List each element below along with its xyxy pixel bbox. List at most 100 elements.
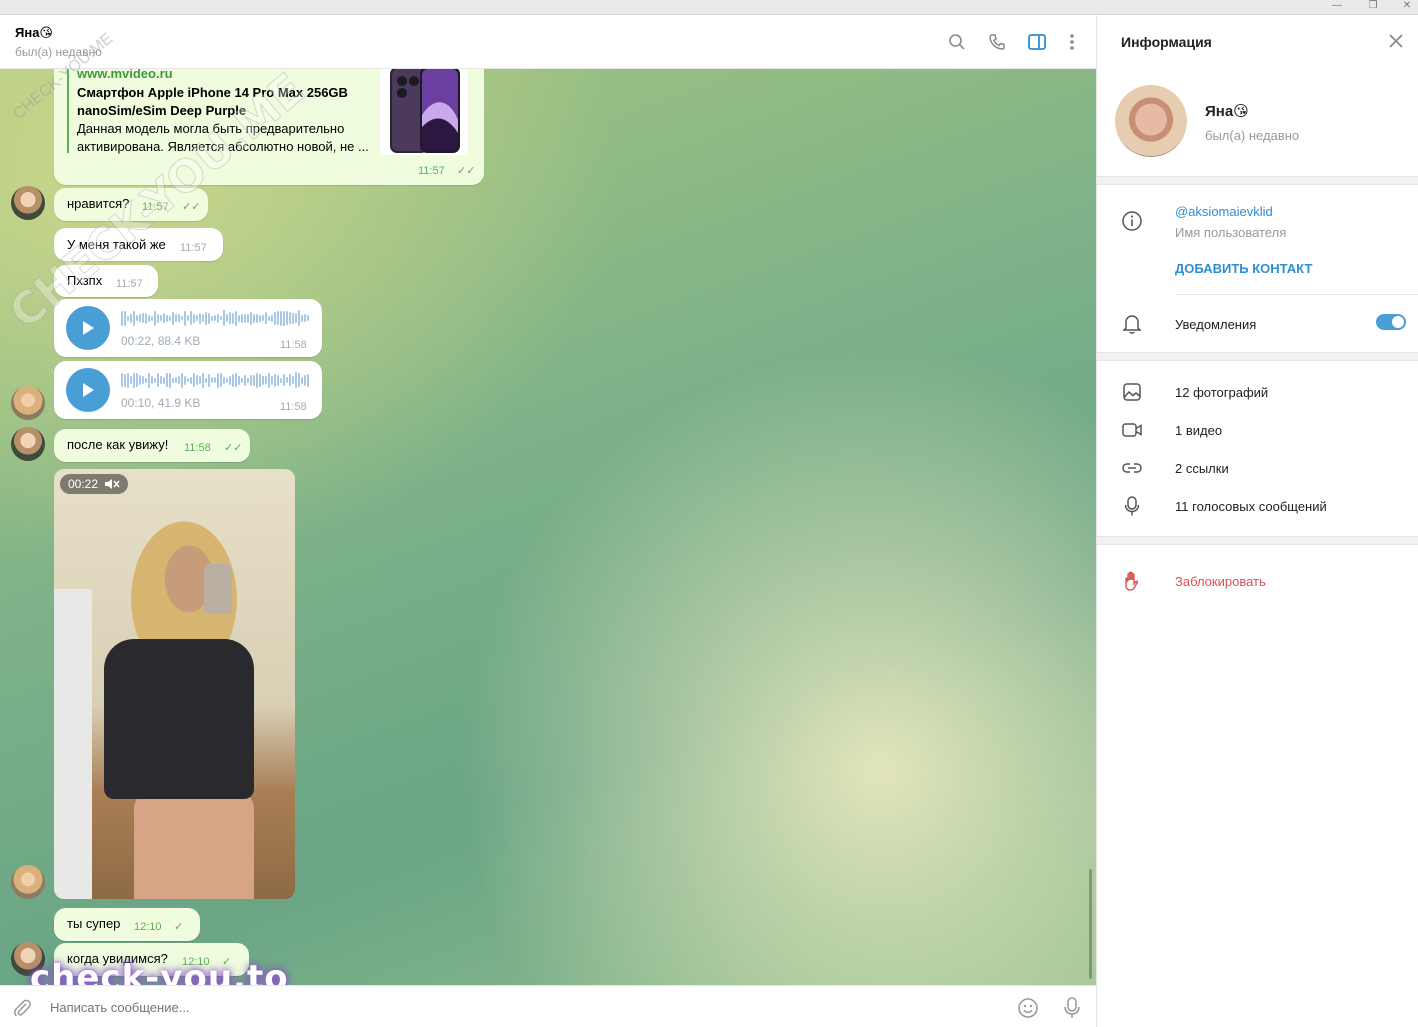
- waveform-bar: [157, 313, 159, 323]
- message-bubble[interactable]: ты супер 12:10 ✓: [54, 908, 200, 941]
- info-icon: [1121, 210, 1143, 232]
- profile-photo[interactable]: [1115, 85, 1187, 157]
- waveform-bar: [229, 375, 231, 385]
- waveform-bar: [238, 375, 240, 385]
- waveform-bar: [199, 376, 201, 384]
- waveform-bar: [220, 373, 222, 387]
- chat-title[interactable]: Яна😘: [15, 25, 53, 41]
- minimize-button[interactable]: —: [1320, 0, 1354, 14]
- chat-scrollbar[interactable]: [1089, 869, 1092, 979]
- voice-meta: 00:22, 88.4 KB: [121, 334, 201, 348]
- link-site[interactable]: www.mvideo.ru: [77, 69, 173, 81]
- waveform-bar: [181, 372, 183, 388]
- waveform-bar: [286, 311, 288, 325]
- voice-waveform[interactable]: [121, 310, 311, 326]
- media-photos[interactable]: 12 фотографий: [1175, 385, 1268, 400]
- waveform-bar: [196, 315, 198, 321]
- chat-area[interactable]: www.mvideo.ru Смартфон Apple iPhone 14 P…: [0, 69, 1096, 985]
- waveform-bar: [190, 376, 192, 384]
- profile-name: Яна😘: [1205, 103, 1249, 120]
- waveform-bar: [208, 373, 210, 387]
- waveform-bar: [211, 315, 213, 321]
- waveform-bar: [289, 312, 291, 324]
- message-bubble[interactable]: У меня такой же 11:57: [54, 228, 223, 261]
- waveform-bar: [130, 376, 132, 384]
- message-time: 11:57: [180, 242, 207, 254]
- waveform-bar: [292, 312, 294, 324]
- message-bubble[interactable]: после как увижу! 11:58 ✓✓: [54, 429, 250, 462]
- block-user-button[interactable]: Заблокировать: [1175, 574, 1266, 589]
- voice-waveform[interactable]: [121, 372, 311, 388]
- add-contact-button[interactable]: ДОБАВИТЬ КОНТАКТ: [1175, 261, 1312, 276]
- waveform-bar: [127, 315, 129, 321]
- row-divider: [1175, 294, 1418, 295]
- waveform-bar: [250, 311, 252, 325]
- play-icon[interactable]: [66, 368, 110, 412]
- voice-message[interactable]: 00:10, 41.9 KB 11:58: [54, 361, 322, 419]
- waveform-bar: [286, 377, 288, 383]
- waveform-bar: [250, 374, 252, 386]
- waveform-bar: [136, 315, 138, 321]
- media-links[interactable]: 2 ссылки: [1175, 461, 1229, 476]
- waveform-bar: [274, 373, 276, 387]
- video-message[interactable]: 00:22: [54, 469, 295, 899]
- username-link[interactable]: @aksiomaievklid: [1175, 204, 1273, 219]
- waveform-bar: [139, 375, 141, 385]
- play-icon[interactable]: [66, 306, 110, 350]
- mic-icon[interactable]: [1062, 996, 1082, 1023]
- waveform-bar: [133, 372, 135, 388]
- waveform-bar: [259, 314, 261, 322]
- avatar[interactable]: [11, 865, 45, 899]
- waveform-bar: [148, 314, 150, 322]
- waveform-bar: [169, 372, 171, 388]
- waveform-bar: [178, 314, 180, 322]
- more-vertical-icon[interactable]: [1061, 31, 1083, 53]
- notifications-toggle[interactable]: [1376, 314, 1406, 330]
- profile-status: был(а) недавно: [1205, 128, 1300, 143]
- waveform-bar: [163, 313, 165, 323]
- waveform-bar: [283, 310, 285, 326]
- video-duration-badge[interactable]: 00:22: [60, 474, 129, 494]
- message-bubble[interactable]: нравится? 11:57 ✓✓: [54, 188, 208, 221]
- phone-icon[interactable]: [986, 31, 1008, 53]
- video-frame-detail: [204, 564, 232, 614]
- link-title: Смартфон Apple iPhone 14 Pro Max 256GB n…: [77, 85, 348, 118]
- mute-icon[interactable]: [104, 478, 120, 490]
- avatar[interactable]: [11, 386, 45, 420]
- search-icon[interactable]: [946, 31, 968, 53]
- waveform-bar: [160, 315, 162, 321]
- voice-message[interactable]: 00:22, 88.4 KB 11:58: [54, 299, 322, 357]
- waveform-bar: [307, 315, 309, 321]
- window-close-button[interactable]: ✕: [1390, 0, 1418, 14]
- message-text: ты супер: [67, 916, 121, 931]
- section-divider: [1097, 352, 1418, 361]
- waveform-bar: [184, 310, 186, 326]
- video-duration: 00:22: [68, 477, 99, 491]
- section-divider: [1097, 536, 1418, 545]
- waveform-bar: [121, 373, 123, 387]
- waveform-bar: [298, 310, 300, 326]
- avatar[interactable]: [11, 427, 45, 461]
- waveform-bar: [217, 313, 219, 323]
- waveform-bar: [289, 374, 291, 386]
- avatar[interactable]: [11, 186, 45, 220]
- sidebar-toggle-icon[interactable]: [1026, 31, 1048, 53]
- emoji-icon[interactable]: [1017, 997, 1039, 1022]
- waveform-bar: [304, 314, 306, 322]
- media-voice[interactable]: 11 голосовых сообщений: [1175, 499, 1327, 514]
- link-thumbnail[interactable]: [380, 69, 468, 155]
- waveform-bar: [151, 315, 153, 321]
- close-icon[interactable]: [1386, 31, 1406, 51]
- maximize-button[interactable]: ❐: [1356, 0, 1390, 14]
- waveform-bar: [142, 376, 144, 384]
- waveform-bar: [283, 374, 285, 386]
- video-frame-detail: [134, 789, 254, 899]
- media-videos[interactable]: 1 видео: [1175, 423, 1222, 438]
- message-bubble[interactable]: Пхзпх 11:57: [54, 265, 158, 297]
- waveform-bar: [277, 374, 279, 386]
- link-preview-message[interactable]: www.mvideo.ru Смартфон Apple iPhone 14 P…: [54, 69, 484, 185]
- voice-meta: 00:10, 41.9 KB: [121, 396, 201, 410]
- waveform-bar: [196, 375, 198, 385]
- attach-icon[interactable]: [12, 998, 32, 1021]
- message-input[interactable]: [50, 1000, 950, 1015]
